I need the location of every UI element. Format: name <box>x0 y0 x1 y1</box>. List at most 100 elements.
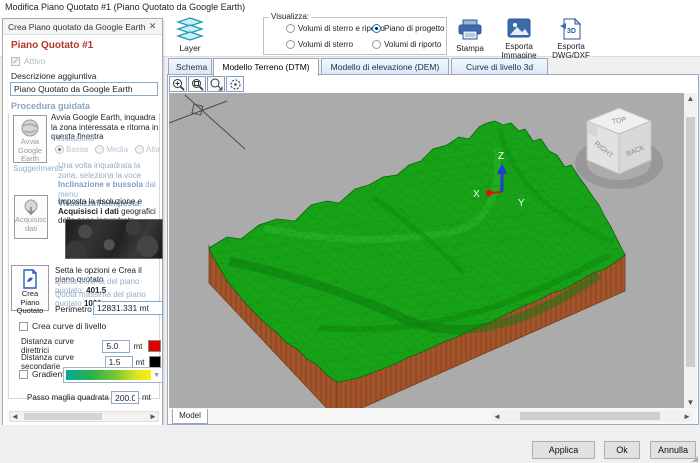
perimetro-input[interactable] <box>93 301 163 315</box>
radio-icon <box>286 24 295 33</box>
radio-label: Volumi di riporto <box>384 40 441 49</box>
radio-icon <box>286 40 295 49</box>
zoom-extents-button[interactable] <box>207 76 225 92</box>
radio-label: Volumi di sterro <box>298 40 353 49</box>
secondarie-unit: mt <box>136 358 147 367</box>
direttrici-unit: mt <box>133 342 145 351</box>
acquisisci-part: Imposta la risoluzione e <box>58 197 142 206</box>
esporta-immagine-button[interactable]: Esporta Immagine <box>496 18 542 60</box>
horizontal-scroll-thumb[interactable] <box>520 412 660 420</box>
attivo-label: Attivo <box>24 56 45 66</box>
acquisisci-bold: Acquisisci i dati <box>58 207 119 216</box>
viewport-vertical-scrollbar[interactable]: ▲ ▼ <box>684 93 697 408</box>
direttrici-input[interactable] <box>102 340 130 353</box>
gradient-preview <box>66 370 151 380</box>
window-title: Modifica Piano Quotato #1 (Piano Quotato… <box>5 2 245 12</box>
radio-icon <box>372 40 381 49</box>
esporta-dwg-dxf-button[interactable]: 3D Esporta DWG/DXF <box>546 18 596 60</box>
svg-text:3D: 3D <box>567 28 576 35</box>
crea-curve-checkbox-row[interactable]: Crea curve di livello <box>19 321 106 331</box>
viewport-horizontal-scrollbar[interactable]: ◄ ► <box>492 410 692 422</box>
radio-alta[interactable]: Alta <box>135 145 160 154</box>
scroll-left-icon[interactable]: ◄ <box>492 412 502 421</box>
zoom-window-button[interactable] <box>188 76 206 92</box>
radio-icon <box>55 145 64 154</box>
terrain-3d-view: X Y Z TOP RIGHT BACK <box>169 93 684 408</box>
gradiente-dropdown[interactable]: ▼ <box>63 367 163 383</box>
dwg-3d-file-icon: 3D <box>558 18 584 40</box>
passo-unit: mt <box>142 393 154 402</box>
radio-volumi-riporto[interactable]: Volumi di riporto <box>372 40 441 49</box>
palette-header: Crea Piano quotato da Google Earth ✕ <box>3 19 162 35</box>
zoom-in-button[interactable] <box>169 76 187 92</box>
scroll-right-icon[interactable]: ► <box>148 412 158 421</box>
close-icon[interactable]: ✕ <box>146 20 159 33</box>
palette-scroll-thumb[interactable] <box>24 413 102 420</box>
perimetro-label: Perimetro <box>55 304 92 314</box>
axis-z-label: Z <box>498 151 504 162</box>
radio-volumi-sterro[interactable]: Volumi di sterro <box>286 40 353 49</box>
avvia-google-earth-button[interactable]: Avvia Google Earth <box>13 115 47 163</box>
radio-label: Piano di progetto <box>384 24 445 33</box>
attivo-checkbox-row[interactable]: Attivo <box>11 56 45 66</box>
scroll-right-icon[interactable]: ► <box>682 412 692 421</box>
stampa-button[interactable]: Stampa <box>448 18 492 53</box>
ok-button[interactable]: Ok <box>604 441 640 459</box>
window-titlebar: Modifica Piano Quotato #1 (Piano Quotato… <box>0 0 700 15</box>
passo-maglia-row: Passo maglia quadrata mt <box>27 391 157 404</box>
orbit-button[interactable] <box>226 76 244 92</box>
suggerimento-part: Una volta inquadrata la zona, seleziona … <box>58 161 141 180</box>
scroll-down-icon[interactable]: ▼ <box>684 398 697 407</box>
crea-curve-checkbox[interactable] <box>19 322 28 331</box>
tab-curve-livello-3d[interactable]: Curve di livello 3d <box>451 58 548 75</box>
annulla-button[interactable]: Annulla <box>650 441 696 459</box>
view-cube: TOP RIGHT BACK <box>575 108 663 189</box>
radio-icon <box>95 145 104 154</box>
application-window: Modifica Piano Quotato #1 (Piano Quotato… <box>0 0 700 463</box>
gradiente-checkbox-row[interactable]: Gradiente <box>19 369 69 379</box>
ucs-axis-tripod <box>169 95 245 149</box>
radio-label: Media <box>106 145 128 154</box>
layers-icon <box>175 17 205 41</box>
visualizza-label: Visualizza: <box>269 12 311 21</box>
model-tab[interactable]: Model <box>172 409 208 424</box>
scroll-left-icon[interactable]: ◄ <box>10 412 20 421</box>
passo-input[interactable] <box>111 391 139 404</box>
scroll-up-icon[interactable]: ▲ <box>684 94 697 103</box>
layer-button-label: Layer <box>170 43 210 53</box>
attivo-checkbox[interactable] <box>11 57 20 66</box>
3d-viewport[interactable]: X Y Z TOP RIGHT BACK <box>169 93 684 408</box>
crea-button-label: Crea Piano Quotato <box>17 289 44 315</box>
palette-title: Crea Piano quotato da Google Earth <box>8 22 146 32</box>
crea-piano-quotato-palette: Crea Piano quotato da Google Earth ✕ Pia… <box>2 18 163 428</box>
palette-horizontal-scrollbar[interactable]: ◄ ► <box>9 411 159 422</box>
stampa-label: Stampa <box>448 44 492 53</box>
radio-media[interactable]: Media <box>95 145 128 154</box>
axis-y-label: Y <box>518 198 525 209</box>
piano-quotato-heading: Piano Quotato #1 <box>11 40 93 51</box>
visualizza-groupbox <box>263 17 447 55</box>
vertical-scroll-thumb[interactable] <box>686 117 695 367</box>
radio-label: Alta <box>146 145 160 154</box>
esporta-immagine-label-1: Esporta <box>496 42 542 51</box>
tab-modello-elevazione-dem[interactable]: Modello di elevazione (DEM) <box>321 58 449 75</box>
view-toolbar <box>169 76 689 93</box>
direttrici-color-swatch[interactable] <box>148 340 161 352</box>
applica-button[interactable]: Applica <box>532 441 595 459</box>
crea-piano-quotato-button[interactable]: Crea Piano Quotato <box>11 265 49 311</box>
gradiente-checkbox[interactable] <box>19 370 28 379</box>
tab-schema[interactable]: Schema <box>168 58 212 75</box>
radio-volumi-sterro-riporto[interactable]: Volumi di sterro e riporto <box>286 24 385 33</box>
radio-piano-di-progetto[interactable]: Piano di progetto <box>372 24 445 33</box>
acquisisci-dati-button[interactable]: Acquisisci dati <box>14 195 48 239</box>
tab-strip: Schema Modello Terreno (DTM) Modello di … <box>167 58 700 75</box>
radio-bassa[interactable]: Bassa <box>55 145 88 154</box>
resize-grip[interactable] <box>692 456 698 462</box>
radio-label: Bassa <box>66 145 88 154</box>
tab-modello-terreno-dtm[interactable]: Modello Terreno (DTM) <box>213 58 319 76</box>
descrizione-input[interactable] <box>10 82 158 96</box>
create-plan-icon <box>20 269 40 289</box>
acquisisci-button-label: Acquisisci dati <box>15 215 48 233</box>
layer-button[interactable]: Layer <box>170 17 210 56</box>
descrizione-label: Descrizione aggiuntiva <box>11 71 97 81</box>
